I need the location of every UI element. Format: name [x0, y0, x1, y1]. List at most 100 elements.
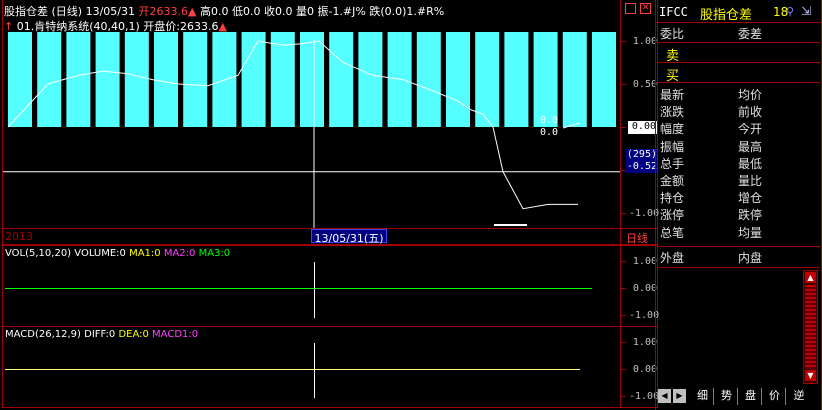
chart-bar	[504, 32, 529, 127]
macd-legend: MACD(26,12,9) DIFF:0 DEA:0 MACD1:0	[5, 329, 198, 340]
chart-bar	[241, 32, 266, 127]
macd-diff: DIFF:0	[84, 329, 116, 340]
main-chart[interactable]	[3, 0, 620, 245]
instrument-code: IFCC	[659, 5, 688, 19]
quote-row: 涨跌 前收	[658, 103, 820, 119]
macd-axis-neg1: -1.00	[629, 391, 660, 402]
quote-row: 振幅 最高	[658, 138, 820, 154]
scroll-thumb[interactable]	[805, 285, 816, 369]
line-label-2: 0.0	[540, 127, 559, 138]
chart-bar	[183, 32, 208, 127]
quote-label: 量比	[738, 174, 763, 188]
inner-label: 内盘	[738, 251, 763, 265]
tab-detail[interactable]: 细	[692, 388, 714, 405]
pin-icon[interactable]: ⚲	[786, 5, 794, 18]
quote-label: 持仓	[660, 191, 685, 206]
quote-label: 均量	[738, 225, 763, 240]
time-axis-period[interactable]: 日线	[626, 230, 648, 246]
ratio-label: 委比	[660, 27, 685, 41]
quote-row: 幅度 今开	[658, 120, 820, 136]
quote-row: 最新 均价	[658, 86, 820, 102]
chart-bar	[154, 32, 178, 127]
vol-ma2: MA2:0	[163, 248, 196, 259]
axis-label-05: 0.50	[632, 79, 657, 90]
macd-axis-0: 0.00	[632, 364, 657, 375]
quote-row: 总手 最低	[658, 155, 820, 171]
sell-label: 卖	[666, 49, 680, 64]
axis-count: (295)	[626, 149, 657, 161]
chart-bar	[300, 32, 324, 127]
macd-zero-line	[5, 369, 580, 370]
chart-bar	[270, 32, 295, 127]
main-axis-separator	[620, 0, 621, 245]
quote-label: 前收	[738, 105, 763, 120]
buy-row[interactable]: 买	[658, 64, 820, 84]
vol-volume: VOLUME:0	[74, 248, 126, 259]
tab-reverse[interactable]: 逆	[788, 388, 810, 405]
quote-label: 最新	[660, 88, 685, 102]
vol-zero-line	[5, 288, 592, 289]
quote-row: 金额 量比	[658, 172, 820, 188]
quote-label: 金额	[660, 174, 685, 188]
instrument-name: 股指仓差	[700, 8, 753, 23]
chart-bar	[66, 32, 91, 127]
quote-label: 今开	[738, 122, 763, 137]
chart-bar	[416, 32, 441, 127]
axis-label-1: 1.00	[632, 36, 657, 47]
ratio-row: 委比 委差	[658, 25, 820, 43]
tab-next-icon[interactable]: ▶	[673, 389, 686, 403]
right-panel-header: IFCC 股指仓差 18 ⚲ ⇲	[656, 3, 821, 23]
vol-ma1: MA1:0	[129, 248, 161, 259]
macd-cursor-line	[314, 343, 315, 398]
chart-bar	[37, 32, 62, 127]
chart-bar	[358, 32, 383, 127]
outer-inner-row: 外盘 内盘	[658, 246, 820, 268]
macd-dea: DEA:0	[118, 329, 149, 340]
macd-axis-1: 1.00	[632, 337, 657, 348]
right-panel-scrollbar[interactable]: ▲ ▼	[803, 270, 818, 384]
vol-axis-1: 1.00	[632, 256, 657, 267]
axis-label-neg1: -1.00	[629, 208, 660, 219]
quote-label: 幅度	[660, 122, 685, 137]
chart-bar	[8, 32, 32, 127]
line-label-1: 0.0	[540, 115, 559, 126]
tab-price[interactable]: 价	[764, 388, 786, 405]
scroll-up-icon[interactable]: ▲	[805, 272, 816, 283]
macd-label[interactable]: MACD(26,12,9)	[5, 329, 81, 340]
time-axis-cursor-date: 13/05/31(五)	[311, 229, 387, 245]
arrow-icon[interactable]: ⇲	[801, 4, 811, 18]
vol-ma3: MA3:0	[198, 248, 231, 259]
chart-bar	[446, 32, 470, 127]
quote-label: 涨停	[660, 208, 685, 223]
quote-label: 最低	[738, 156, 763, 171]
chart-bar	[533, 32, 558, 127]
tab-trend[interactable]: 势	[716, 388, 738, 405]
outer-label: 外盘	[660, 251, 685, 265]
vol-axis-neg1: -1.00	[629, 310, 660, 321]
quote-row: 总笔 均量	[658, 224, 820, 240]
tab-book[interactable]: 盘	[740, 388, 762, 405]
tab-prev-icon[interactable]: ◀	[658, 389, 671, 403]
vol-axis-0: 0.00	[632, 283, 657, 294]
quote-label: 增仓	[738, 191, 763, 206]
chart-bar	[592, 32, 616, 127]
buy-label: 买	[666, 69, 680, 84]
scroll-down-icon[interactable]: ▼	[805, 370, 816, 381]
quote-label: 振幅	[660, 139, 685, 154]
quote-label: 最高	[738, 139, 763, 154]
vol-cursor-line	[314, 262, 315, 318]
quote-label: 涨跌	[660, 105, 685, 120]
quote-label: 跌停	[738, 208, 763, 223]
vol-label[interactable]: VOL(5,10,20)	[5, 248, 71, 259]
chart-bar	[329, 32, 354, 127]
chart-bar	[212, 32, 237, 127]
quote-row: 涨停 跌停	[658, 206, 820, 222]
chart-bar	[95, 32, 120, 127]
quote-label: 总笔	[660, 225, 685, 240]
quote-row: 持仓 增仓	[658, 189, 820, 205]
diff-label: 委差	[738, 27, 763, 41]
sell-row[interactable]: 卖	[658, 44, 820, 64]
quote-label: 均价	[738, 88, 763, 102]
quote-label: 总手	[660, 156, 685, 171]
axis-cursor-value: 0.00	[628, 121, 657, 134]
